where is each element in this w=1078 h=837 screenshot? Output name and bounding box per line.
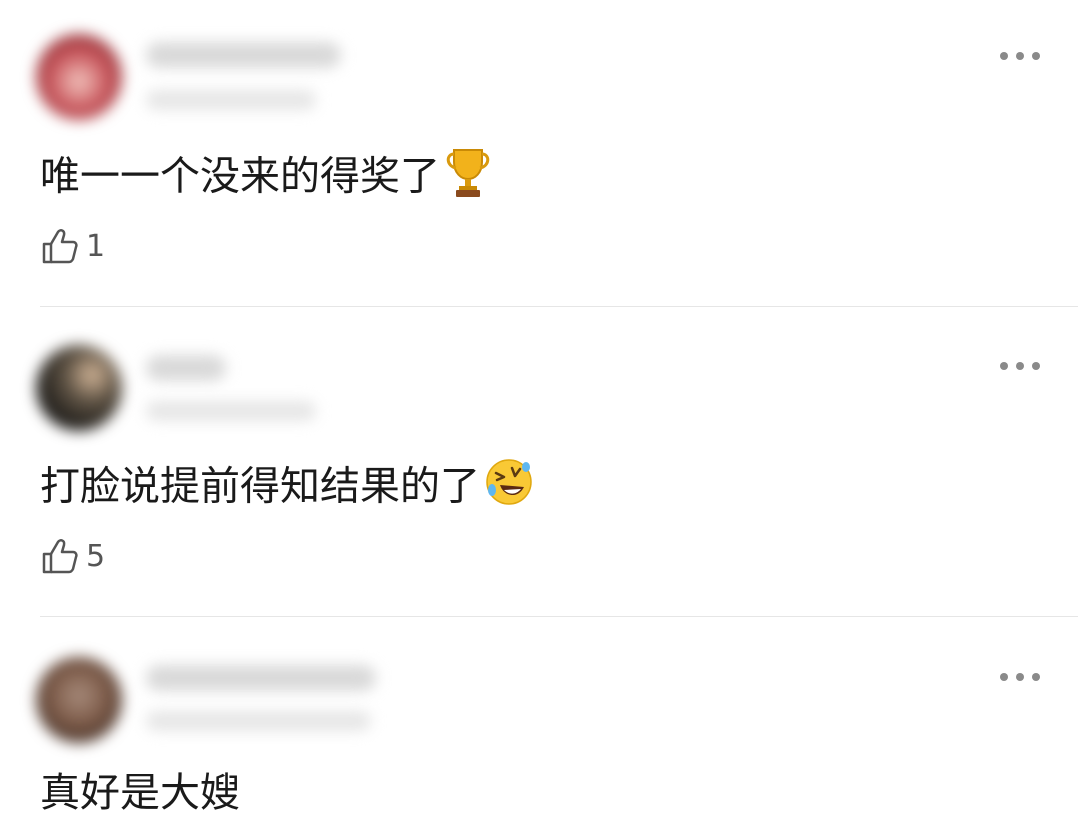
- comment-item: 唯一一个没来的得奖了 1: [0, 0, 1078, 307]
- username[interactable]: [146, 42, 341, 68]
- comment-text: 唯一一个没来的得奖了: [40, 146, 492, 211]
- trophy-icon: [444, 146, 492, 211]
- like-button[interactable]: 5: [40, 536, 105, 576]
- comment-text: 打脸说提前得知结果的了: [40, 457, 534, 520]
- comment-item: 打脸说提前得知结果的了 5: [0, 307, 1078, 617]
- like-button[interactable]: 1: [40, 226, 105, 266]
- thumbs-up-icon: [42, 539, 78, 574]
- more-options-icon[interactable]: [1000, 360, 1040, 372]
- comment-item: 真好是大嫂: [0, 617, 1078, 837]
- like-count: 5: [86, 538, 106, 574]
- avatar[interactable]: [36, 34, 122, 120]
- avatar[interactable]: [36, 657, 122, 743]
- like-count: 1: [86, 228, 106, 264]
- comment-meta: [146, 401, 316, 421]
- comment-meta: [146, 90, 316, 110]
- comment-text: 真好是大嫂: [40, 770, 240, 816]
- avatar[interactable]: [36, 345, 122, 431]
- username[interactable]: [146, 665, 376, 691]
- rofl-emoji-icon: [484, 457, 534, 520]
- more-options-icon[interactable]: [1000, 50, 1040, 62]
- thumbs-up-icon: [42, 229, 78, 264]
- username[interactable]: [146, 355, 226, 381]
- more-options-icon[interactable]: [1000, 671, 1040, 683]
- comment-meta: [146, 711, 371, 731]
